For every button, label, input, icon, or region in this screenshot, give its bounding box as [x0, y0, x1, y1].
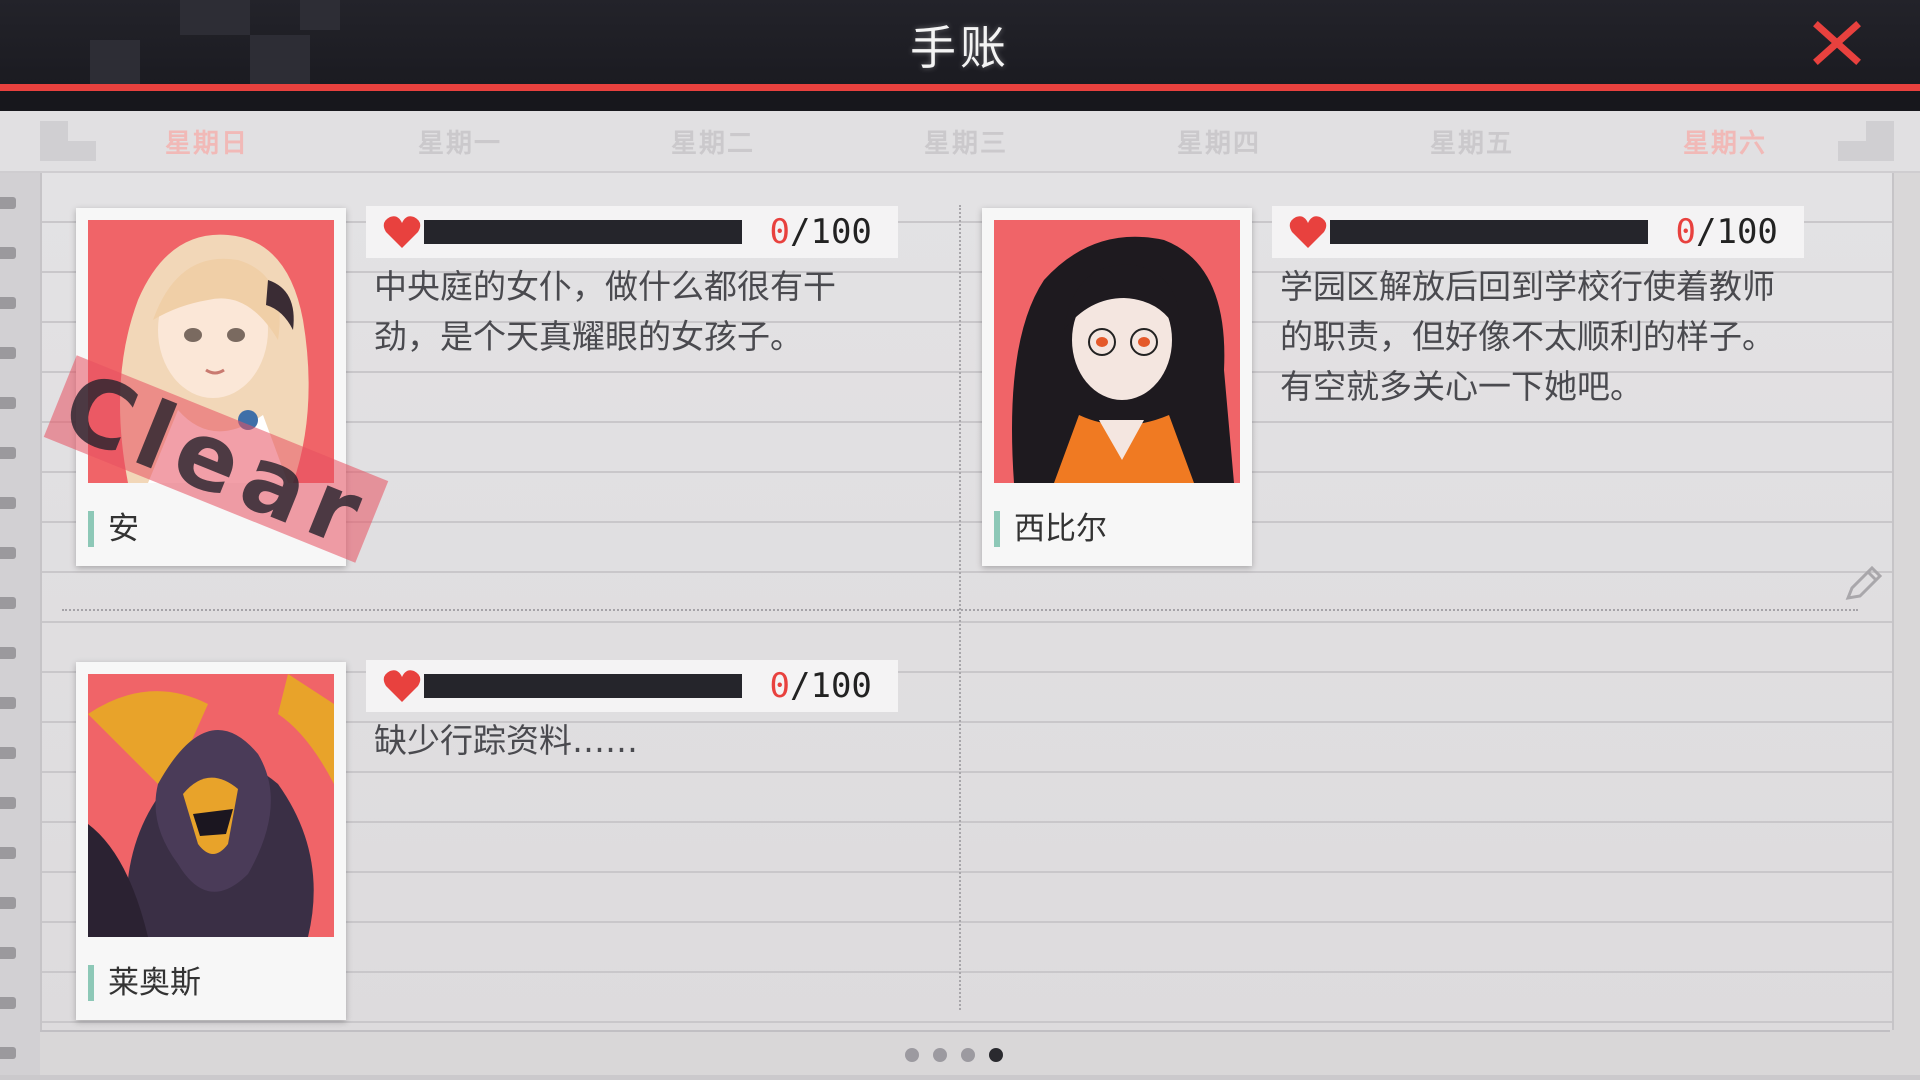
- notebook-binder: [0, 173, 40, 1080]
- binder-hole: [0, 347, 16, 359]
- binder-hole: [0, 197, 16, 209]
- weekday-monday: 星期一: [417, 129, 502, 159]
- heart-icon: [383, 670, 421, 702]
- character-description: 缺少行踪资料……: [374, 721, 638, 760]
- affection-track: [1330, 220, 1648, 244]
- affection-current: 0: [769, 212, 790, 252]
- page-dot-3[interactable]: [961, 1048, 975, 1062]
- character-portrait: [88, 674, 334, 937]
- binder-hole: [0, 647, 16, 659]
- pencil-icon[interactable]: [1840, 560, 1886, 606]
- close-x-icon[interactable]: [1812, 18, 1862, 68]
- page-title: 手账: [910, 21, 1010, 75]
- edit-button[interactable]: [1840, 560, 1886, 606]
- affection-max: /100: [790, 212, 872, 252]
- binder-hole: [0, 547, 16, 559]
- corner-decoration: [1866, 121, 1894, 161]
- weekday-wednesday: 星期三: [923, 129, 1008, 159]
- portrait-image: [994, 220, 1240, 483]
- row-divider: [62, 609, 1858, 611]
- weekday-saturday: 星期六: [1682, 129, 1767, 159]
- character-name: 安: [88, 511, 139, 547]
- affection-bar: 0 /100: [1272, 206, 1804, 258]
- binder-hole: [0, 747, 16, 759]
- header-shadow-band: [0, 91, 1920, 111]
- affection-bar: 0 /100: [366, 206, 898, 258]
- heart-icon: [383, 216, 421, 248]
- binder-hole: [0, 897, 16, 909]
- weekday-tuesday: 星期二: [670, 129, 755, 159]
- binder-hole: [0, 847, 16, 859]
- affection-bar: 0 /100: [366, 660, 898, 712]
- binder-hole: [0, 797, 16, 809]
- affection-max: /100: [1696, 212, 1778, 252]
- portrait-image: [88, 674, 334, 937]
- page-bottom-strip: [0, 1075, 1920, 1080]
- corner-decoration: [1838, 141, 1866, 161]
- affection-current: 0: [769, 666, 790, 706]
- binder-hole: [0, 247, 16, 259]
- binder-hole: [0, 497, 16, 509]
- character-description: 学园区解放后回到学校行使着教师的职责，但好像不太顺利的样子。有空就多关心一下她吧…: [1280, 267, 1775, 406]
- binder-hole: [0, 1047, 16, 1059]
- character-name: 莱奥斯: [88, 965, 201, 1001]
- character-portrait: [994, 220, 1240, 483]
- affection-track: [424, 674, 742, 698]
- character-description: 中央庭的女仆，做什么都很有干劲，是个天真耀眼的女孩子。: [374, 267, 836, 356]
- corner-decoration: [68, 141, 96, 161]
- page-dot-4[interactable]: [989, 1048, 1003, 1062]
- binder-hole: [0, 697, 16, 709]
- affection-max: /100: [790, 666, 872, 706]
- binder-hole: [0, 447, 16, 459]
- weekday-bar: 星期日 星期一 星期二 星期三 星期四 星期五 星期六: [0, 111, 1920, 173]
- page-dot-1[interactable]: [905, 1048, 919, 1062]
- pagination: [905, 1048, 1025, 1064]
- character-card-leos[interactable]: 莱奥斯: [76, 662, 346, 1020]
- binder-hole: [0, 397, 16, 409]
- binder-hole: [0, 597, 16, 609]
- affection-current: 0: [1675, 212, 1696, 252]
- weekday-friday: 星期五: [1429, 129, 1514, 159]
- affection-track: [424, 220, 742, 244]
- close-button[interactable]: [1812, 18, 1862, 68]
- corner-decoration: [40, 121, 68, 161]
- binder-hole: [0, 997, 16, 1009]
- character-card-sibyl[interactable]: 西比尔: [982, 208, 1252, 566]
- page-dot-2[interactable]: [933, 1048, 947, 1062]
- header-bar: 手账: [0, 0, 1920, 84]
- column-divider: [959, 205, 961, 1010]
- character-name: 西比尔: [994, 511, 1107, 547]
- binder-hole: [0, 297, 16, 309]
- binder-hole: [0, 947, 16, 959]
- heart-icon: [1289, 216, 1327, 248]
- weekday-thursday: 星期四: [1176, 129, 1261, 159]
- weekday-sunday: 星期日: [164, 129, 249, 159]
- header-accent-line: [0, 84, 1920, 91]
- page-bottom-line: [40, 1030, 1890, 1032]
